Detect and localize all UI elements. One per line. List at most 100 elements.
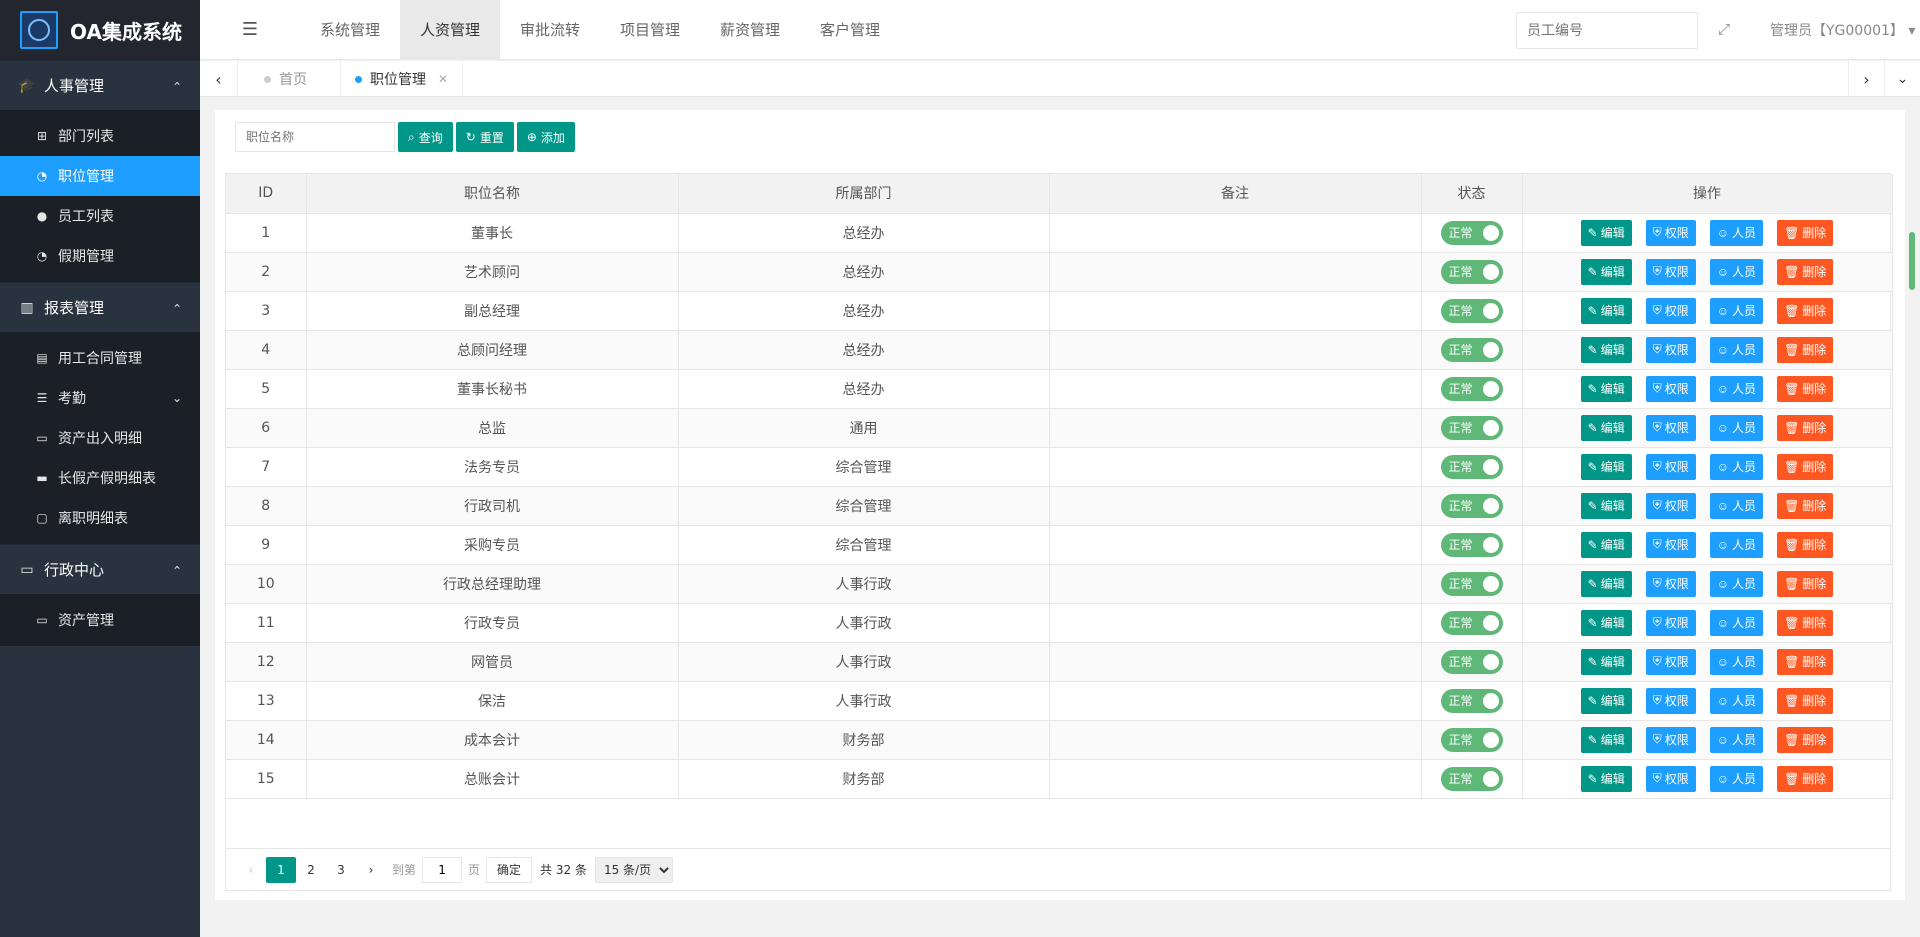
staff-button[interactable]: ☺ 人员: [1709, 765, 1764, 792]
col-header-id[interactable]: ID: [226, 174, 307, 214]
edit-button[interactable]: ✎ 编辑: [1580, 414, 1632, 441]
page-tab-current[interactable]: 职位管理 ✕: [340, 61, 464, 97]
delete-button[interactable]: 🗑 删除: [1777, 375, 1834, 402]
nav-group-reports[interactable]: ▥ 报表管理 ⌄: [0, 282, 200, 332]
fullscreen-icon[interactable]: ⤢: [1718, 20, 1730, 38]
tab-salary[interactable]: 薪资管理: [700, 0, 800, 60]
tab-projects[interactable]: 项目管理: [600, 0, 700, 60]
edit-button[interactable]: ✎ 编辑: [1580, 531, 1632, 558]
staff-button[interactable]: ☺ 人员: [1709, 726, 1764, 753]
staff-button[interactable]: ☺ 人员: [1709, 687, 1764, 714]
permission-button[interactable]: ⛨ 权限: [1645, 258, 1696, 285]
chevron-down-icon[interactable]: ⌄: [1884, 61, 1920, 97]
edit-button[interactable]: ✎ 编辑: [1580, 375, 1632, 402]
status-toggle[interactable]: 正常: [1440, 688, 1503, 713]
sidebar-item-asset-flow[interactable]: ▭ 资产出入明细: [0, 418, 200, 458]
staff-button[interactable]: ☺ 人员: [1709, 297, 1764, 324]
sidebar-item-employees[interactable]: ● 员工列表: [0, 196, 200, 236]
per-page-select[interactable]: 15 条/页: [594, 856, 673, 883]
delete-button[interactable]: 🗑 删除: [1777, 648, 1834, 675]
permission-button[interactable]: ⛨ 权限: [1645, 375, 1696, 402]
status-toggle[interactable]: 正常: [1440, 415, 1503, 440]
edit-button[interactable]: ✎ 编辑: [1580, 570, 1632, 597]
status-toggle[interactable]: 正常: [1440, 259, 1503, 284]
staff-button[interactable]: ☺ 人员: [1709, 570, 1764, 597]
sidebar-item-departments[interactable]: ⊞ 部门列表: [0, 116, 200, 156]
position-name-input[interactable]: [235, 122, 395, 152]
status-toggle[interactable]: 正常: [1440, 766, 1503, 791]
permission-button[interactable]: ⛨ 权限: [1645, 219, 1696, 246]
page-1[interactable]: 1: [266, 856, 296, 883]
permission-button[interactable]: ⛨ 权限: [1645, 609, 1696, 636]
delete-button[interactable]: 🗑 删除: [1777, 492, 1834, 519]
staff-button[interactable]: ☺ 人员: [1709, 258, 1764, 285]
permission-button[interactable]: ⛨ 权限: [1645, 336, 1696, 363]
delete-button[interactable]: 🗑 删除: [1777, 258, 1834, 285]
staff-button[interactable]: ☺ 人员: [1709, 414, 1764, 441]
delete-button[interactable]: 🗑 删除: [1777, 297, 1834, 324]
edit-button[interactable]: ✎ 编辑: [1580, 297, 1632, 324]
permission-button[interactable]: ⛨ 权限: [1645, 687, 1696, 714]
tab-approval[interactable]: 审批流转: [500, 0, 600, 60]
staff-button[interactable]: ☺ 人员: [1709, 219, 1764, 246]
staff-button[interactable]: ☺ 人员: [1709, 531, 1764, 558]
staff-button[interactable]: ☺ 人员: [1709, 336, 1764, 363]
delete-button[interactable]: 🗑 删除: [1777, 453, 1834, 480]
col-header-status[interactable]: 状态: [1421, 174, 1523, 214]
permission-button[interactable]: ⛨ 权限: [1645, 492, 1696, 519]
status-toggle[interactable]: 正常: [1440, 220, 1503, 245]
staff-button[interactable]: ☺ 人员: [1709, 609, 1764, 636]
edit-button[interactable]: ✎ 编辑: [1580, 219, 1632, 246]
sidebar-item-assets[interactable]: ▭ 资产管理: [0, 600, 200, 640]
delete-button[interactable]: 🗑 删除: [1777, 609, 1834, 636]
permission-button[interactable]: ⛨ 权限: [1645, 297, 1696, 324]
status-toggle[interactable]: 正常: [1440, 337, 1503, 362]
permission-button[interactable]: ⛨ 权限: [1645, 765, 1696, 792]
col-header-dept[interactable]: 所属部门: [678, 174, 1050, 214]
goto-page-input[interactable]: [422, 856, 463, 883]
status-toggle[interactable]: 正常: [1440, 454, 1503, 479]
nav-group-hr[interactable]: 🎓 人事管理 ⌄: [0, 60, 200, 110]
employee-id-search-input[interactable]: [1516, 12, 1698, 49]
status-toggle[interactable]: 正常: [1440, 610, 1503, 635]
edit-button[interactable]: ✎ 编辑: [1580, 336, 1632, 363]
delete-button[interactable]: 🗑 删除: [1777, 531, 1834, 558]
chevron-left-icon[interactable]: ‹: [200, 61, 238, 97]
edit-button[interactable]: ✎ 编辑: [1580, 492, 1632, 519]
permission-button[interactable]: ⛨ 权限: [1645, 726, 1696, 753]
delete-button[interactable]: 🗑 删除: [1777, 687, 1834, 714]
next-page-icon[interactable]: ›: [356, 857, 386, 883]
sidebar-item-contracts[interactable]: ▤ 用工合同管理: [0, 338, 200, 378]
search-button[interactable]: ⌕ 查询: [398, 122, 453, 152]
staff-button[interactable]: ☺ 人员: [1709, 492, 1764, 519]
status-toggle[interactable]: 正常: [1440, 571, 1503, 596]
add-button[interactable]: ⊕ 添加: [516, 122, 575, 152]
edit-button[interactable]: ✎ 编辑: [1580, 726, 1632, 753]
menu-toggle-icon[interactable]: ☰: [200, 0, 300, 60]
page-tab-home[interactable]: 首页: [252, 61, 319, 97]
sidebar-item-positions[interactable]: ◔ 职位管理: [0, 156, 200, 196]
col-header-note[interactable]: 备注: [1049, 174, 1422, 214]
reset-button[interactable]: ↻ 重置: [455, 122, 514, 152]
page-3[interactable]: 3: [326, 857, 356, 883]
permission-button[interactable]: ⛨ 权限: [1645, 414, 1696, 441]
permission-button[interactable]: ⛨ 权限: [1645, 648, 1696, 675]
sidebar-item-leave[interactable]: ◔ 假期管理: [0, 236, 200, 276]
goto-confirm-button[interactable]: 确定: [486, 856, 533, 883]
delete-button[interactable]: 🗑 删除: [1777, 570, 1834, 597]
close-icon[interactable]: ✕: [438, 72, 448, 86]
delete-button[interactable]: 🗑 删除: [1777, 765, 1834, 792]
sidebar-item-resignation[interactable]: ▢ 离职明细表: [0, 498, 200, 538]
status-toggle[interactable]: 正常: [1440, 727, 1503, 752]
edit-button[interactable]: ✎ 编辑: [1580, 258, 1632, 285]
permission-button[interactable]: ⛨ 权限: [1645, 570, 1696, 597]
tab-hr[interactable]: 人资管理: [400, 0, 500, 60]
tab-system[interactable]: 系统管理: [300, 0, 400, 60]
staff-button[interactable]: ☺ 人员: [1709, 648, 1764, 675]
admin-user-menu[interactable]: 管理员【YG00001】 ▾: [1770, 20, 1915, 40]
scrollbar-thumb[interactable]: [1909, 232, 1915, 290]
staff-button[interactable]: ☺ 人员: [1709, 453, 1764, 480]
delete-button[interactable]: 🗑 删除: [1777, 414, 1834, 441]
chevron-right-icon[interactable]: ›: [1848, 61, 1884, 97]
edit-button[interactable]: ✎ 编辑: [1580, 687, 1632, 714]
